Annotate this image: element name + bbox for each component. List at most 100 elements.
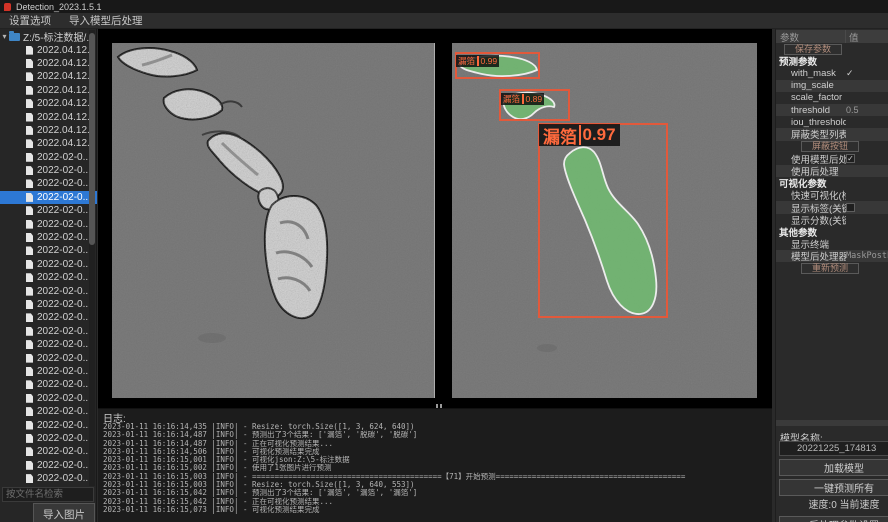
tree-item[interactable]: 2022.04.12... bbox=[0, 97, 97, 110]
tree-item-label: 2022-02-0... bbox=[37, 420, 91, 431]
param-name: 屏蔽类型列表 bbox=[776, 127, 846, 141]
tree-item[interactable]: 2022-02-0... bbox=[0, 459, 97, 472]
tree-item[interactable]: 2022-02-0... bbox=[0, 151, 97, 164]
tree-root-node[interactable]: ▾ Z:/5-标注数据/... bbox=[0, 30, 97, 43]
log-line: 2023-01-11 16:16:15,073 |INFO| - 可视化预测结果… bbox=[103, 506, 803, 514]
check-icon: ✓ bbox=[846, 68, 854, 79]
tree-item[interactable]: 2022-02-0... bbox=[0, 378, 97, 391]
tree-item[interactable]: 2022-02-0... bbox=[0, 231, 97, 244]
image-edge-line bbox=[434, 43, 435, 398]
tree-item[interactable]: 2022-02-0... bbox=[0, 432, 97, 445]
file-icon bbox=[26, 233, 33, 242]
tree-item[interactable]: 2022.04.12... bbox=[0, 70, 97, 83]
param-name: 模型后处理器 bbox=[776, 249, 846, 263]
tree-item[interactable]: 2022-02-0... bbox=[0, 217, 97, 230]
tree-item[interactable]: 2022-02-0... bbox=[0, 472, 97, 485]
original-image bbox=[112, 43, 434, 398]
model-name-field[interactable]: 20221225_174813 bbox=[779, 441, 888, 456]
tree-item[interactable]: 2022-02-0... bbox=[0, 392, 97, 405]
menu-bar: 设置选项 导入模型后处理 bbox=[0, 13, 888, 29]
tree-item[interactable]: 2022.04.12... bbox=[0, 43, 97, 56]
param-action-button[interactable]: 重新预测 bbox=[801, 263, 859, 274]
tree-item[interactable]: 2022-02-0... bbox=[0, 164, 97, 177]
tree-item-label: 2022-02-0... bbox=[37, 286, 91, 297]
tree-item-label: 2022-02-0... bbox=[37, 272, 91, 283]
tree-item[interactable]: 2022.04.12... bbox=[0, 57, 97, 70]
menu-settings[interactable]: 设置选项 bbox=[0, 13, 60, 29]
tree-item[interactable]: 2022.04.12... bbox=[0, 110, 97, 123]
tree-item-label: 2022.04.12... bbox=[37, 85, 95, 96]
tree-scrollbar-thumb[interactable] bbox=[89, 33, 95, 245]
tree-item[interactable]: 2022.04.12... bbox=[0, 124, 97, 137]
param-row[interactable]: 屏蔽类型列表 bbox=[776, 128, 888, 140]
tree-item[interactable]: 2022-02-0... bbox=[0, 325, 97, 338]
file-icon bbox=[26, 179, 33, 188]
tree-item-label: 2022-02-0... bbox=[37, 406, 91, 417]
file-icon bbox=[26, 434, 33, 443]
folder-icon bbox=[9, 33, 20, 41]
log-lines: 2023-01-11 16:16:14,435 |INFO| - Resize:… bbox=[103, 423, 803, 514]
tree-item[interactable]: 2022-02-0... bbox=[0, 338, 97, 351]
file-icon bbox=[26, 421, 33, 430]
tree-item[interactable]: 2022-02-0... bbox=[0, 191, 97, 204]
checkbox-checked[interactable]: ✓ bbox=[846, 154, 855, 163]
param-action-button[interactable]: 屏蔽按钮 bbox=[801, 141, 859, 152]
det-1-score: 0.99 bbox=[481, 56, 498, 66]
title-bar: Detection_2023.1.5.1 bbox=[0, 0, 888, 13]
det-1-class: 漏箔 bbox=[458, 55, 475, 67]
param-name: iou_threshold bbox=[776, 117, 846, 128]
tree-item-label: 2022-02-0... bbox=[37, 232, 91, 243]
file-icon bbox=[26, 447, 33, 456]
param-row[interactable]: threshold0.5 bbox=[776, 104, 888, 116]
file-icon bbox=[26, 46, 33, 55]
file-icon bbox=[26, 394, 33, 403]
tree-item-label: 2022-02-0... bbox=[37, 312, 91, 323]
param-row[interactable]: with_mask✓ bbox=[776, 67, 888, 79]
file-icon bbox=[26, 193, 33, 202]
param-section-header: 预测参数 bbox=[776, 55, 888, 67]
filename-search-input[interactable] bbox=[2, 487, 94, 502]
tree-item[interactable]: 2022-02-0... bbox=[0, 405, 97, 418]
tree-root-label: Z:/5-标注数据/... bbox=[23, 30, 95, 43]
tree-item[interactable]: 2022-02-0... bbox=[0, 418, 97, 431]
file-icon bbox=[26, 153, 33, 162]
checkbox-empty[interactable] bbox=[846, 203, 855, 212]
center-panel: 漏箔0.99 漏箔0.89 漏箔0.97 日志: 2023-01-11 16:1… bbox=[98, 29, 772, 522]
tree-item[interactable]: 2022-02-0... bbox=[0, 351, 97, 364]
tree-item-label: 2022-02-0... bbox=[37, 326, 91, 337]
tree-item[interactable]: 2022-02-0... bbox=[0, 204, 97, 217]
tree-item[interactable]: 2022-02-0... bbox=[0, 311, 97, 324]
tree-item-label: 2022-02-0... bbox=[37, 433, 91, 444]
menu-import-model-postproc[interactable]: 导入模型后处理 bbox=[60, 13, 152, 29]
tree-item[interactable]: 2022.04.12... bbox=[0, 137, 97, 150]
file-icon bbox=[26, 287, 33, 296]
tree-item[interactable]: 2022-02-0... bbox=[0, 365, 97, 378]
param-row[interactable]: img_scale bbox=[776, 80, 888, 92]
param-row[interactable]: scale_factor bbox=[776, 92, 888, 104]
predict-all-button[interactable]: 一键预测所有 bbox=[779, 479, 888, 496]
load-model-button[interactable]: 加载模型 bbox=[779, 459, 888, 476]
tree-item[interactable]: 2022.04.12... bbox=[0, 84, 97, 97]
tree-expand-arrow-icon[interactable]: ▾ bbox=[0, 32, 9, 41]
param-action-button[interactable]: 保存参数 bbox=[784, 44, 842, 55]
postprocess-settings-button[interactable]: 后处理参数设置 bbox=[779, 516, 888, 522]
tree-scrollbar[interactable] bbox=[89, 30, 95, 486]
tree-item[interactable]: 2022-02-0... bbox=[0, 445, 97, 458]
tree-item[interactable]: 2022-02-0... bbox=[0, 244, 97, 257]
tree-item[interactable]: 2022-02-0... bbox=[0, 271, 97, 284]
tree-item-label: 2022-02-0... bbox=[37, 446, 91, 457]
window-title: Detection_2023.1.5.1 bbox=[16, 2, 102, 12]
tree-item[interactable]: 2022-02-0... bbox=[0, 298, 97, 311]
param-table: 保存参数预测参数with_mask✓img_scalescale_factort… bbox=[776, 43, 888, 275]
parameter-panel: 参数 值 保存参数预测参数with_mask✓img_scalescale_fa… bbox=[775, 29, 888, 522]
tree-item[interactable]: 2022-02-0... bbox=[0, 258, 97, 271]
tree-item[interactable]: 2022-02-0... bbox=[0, 284, 97, 297]
tree-item[interactable]: 2022-02-0... bbox=[0, 177, 97, 190]
image-viewer-area: 漏箔0.99 漏箔0.89 漏箔0.97 bbox=[98, 29, 772, 408]
detection-box-3 bbox=[538, 123, 668, 318]
import-images-button[interactable]: 导入图片 bbox=[33, 503, 95, 522]
file-icon bbox=[26, 380, 33, 389]
param-row[interactable]: 模型后处理器MaskPostPro bbox=[776, 250, 888, 262]
param-name: 预测参数 bbox=[776, 54, 846, 68]
param-name: threshold bbox=[776, 105, 846, 116]
